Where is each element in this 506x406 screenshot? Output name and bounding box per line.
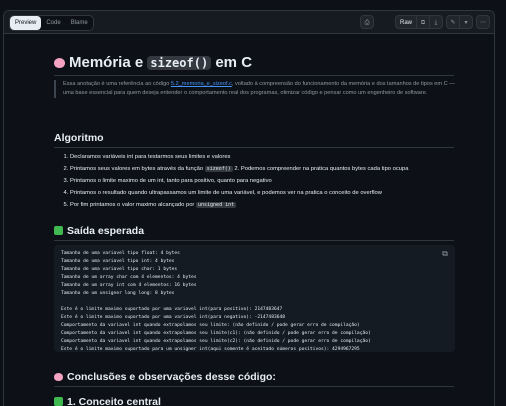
output-code-text: Tamanho de uma variavel tipo float: 4 by…: [61, 251, 371, 352]
edit-pencil-icon[interactable]: ✎: [446, 15, 460, 29]
list-item: Declaramos variáveis int para testarmos …: [70, 151, 460, 163]
tab-preview[interactable]: Preview: [10, 16, 42, 30]
title-divider: [54, 75, 454, 76]
tab-blame[interactable]: Blame: [66, 16, 93, 30]
list-item: Printamos o limite maximo de um int, tan…: [70, 175, 460, 187]
intro-blockquote: Essa anotação é uma referência ao código…: [54, 80, 459, 98]
section-algoritmo-heading: Algoritmo: [54, 132, 104, 144]
file-view: Preview Code Blame Raw ⧉ ⤓ ✎ ▾ ⋯ ⎙ Memór…: [3, 10, 495, 406]
list-item: Printamos seus valores em bytes através …: [70, 163, 460, 175]
title-code: sizeof(): [147, 56, 212, 70]
output-code-block: Tamanho de uma variavel tipo float: 4 by…: [54, 245, 455, 352]
source-file-link[interactable]: 5.2_memoria_e_sizeof.c: [171, 81, 232, 87]
page-title: Memória e sizeof() em C: [54, 54, 252, 71]
more-options-icon[interactable]: ⋯: [476, 15, 490, 29]
markdown-body: Memória e sizeof() em C Essa anotação é …: [4, 34, 494, 406]
edit-menu-chevron-icon[interactable]: ▾: [459, 15, 473, 29]
conclusoes-divider: [54, 386, 454, 387]
algoritmo-divider: [54, 147, 454, 148]
algoritmo-list: Declaramos variáveis int para testarmos …: [62, 151, 460, 211]
brain-icon: [54, 373, 63, 381]
file-toolbar: Preview Code Blame Raw ⧉ ⤓ ✎ ▾ ⋯ ⎙: [4, 11, 494, 34]
puzzle-icon: [54, 226, 63, 235]
copy-code-icon[interactable]: ⧉: [440, 249, 450, 259]
list-item: Por fim printamos o valor maximo alcança…: [70, 199, 460, 211]
copy-raw-icon[interactable]: ⧉: [416, 15, 430, 29]
tab-code[interactable]: Code: [41, 16, 65, 30]
download-icon[interactable]: ⤓: [429, 15, 443, 29]
print-icon[interactable]: ⎙: [360, 15, 374, 29]
saida-divider: [54, 240, 454, 241]
raw-button[interactable]: Raw: [394, 15, 417, 29]
section-saida-heading: Saída esperada: [54, 225, 144, 237]
file-actions: Raw ⧉ ⤓ ✎ ▾ ⋯: [394, 15, 490, 29]
brain-icon: [54, 58, 65, 68]
section-conclusoes-heading: Conclusões e observações desse código:: [54, 371, 276, 383]
view-mode-tabs: Preview Code Blame: [9, 15, 94, 31]
list-item: Printamos o resultado quando ultrapassam…: [70, 187, 460, 199]
